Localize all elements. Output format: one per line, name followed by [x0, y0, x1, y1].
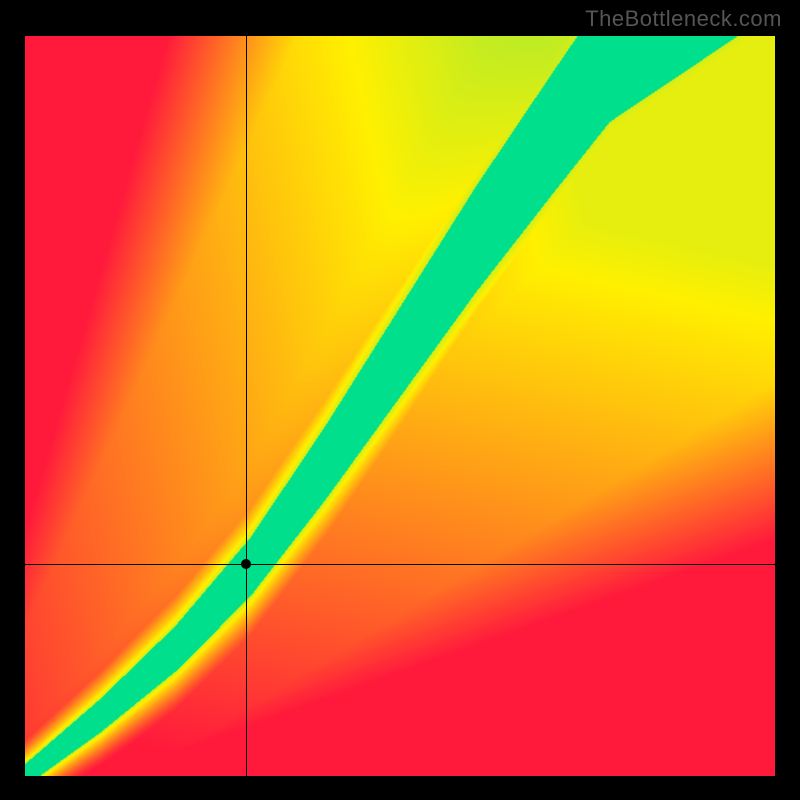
watermark-text: TheBottleneck.com — [585, 6, 782, 32]
heatmap-canvas — [25, 36, 775, 776]
chart-stage: TheBottleneck.com — [0, 0, 800, 800]
crosshair-vertical — [246, 36, 247, 776]
crosshair-horizontal — [25, 564, 775, 565]
heatmap-plot — [25, 36, 775, 776]
